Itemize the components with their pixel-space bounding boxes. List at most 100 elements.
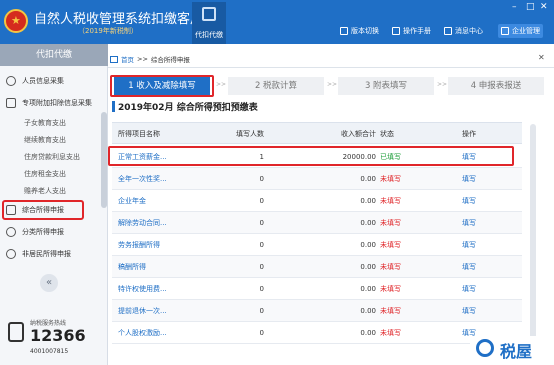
sidebar-sub-continuing-education[interactable]: 继续教育支出 xyxy=(24,133,104,148)
col-header-op: 操作 xyxy=(462,130,476,138)
person-icon xyxy=(6,249,16,259)
step-attachment-fill[interactable]: 3 附表填写 xyxy=(338,77,434,95)
manual-link[interactable]: 操作手册 xyxy=(392,25,431,37)
cell-income-name[interactable]: 全年一次性奖... xyxy=(118,168,182,190)
cell-income-name[interactable]: 解除劳动合同... xyxy=(118,212,182,234)
app-title: 自然人税收管理系统扣缴客户端 xyxy=(34,12,217,27)
sidebar-sub-mortgage-interest[interactable]: 住房贷款利息支出 xyxy=(24,150,104,165)
breadcrumb-home[interactable]: 首页 xyxy=(121,54,134,64)
cell-fill-link[interactable]: 填写 xyxy=(462,256,502,278)
collapse-sidebar-button[interactable]: « xyxy=(40,274,58,292)
cell-status: 未填写 xyxy=(380,285,401,293)
breadcrumb: 首页 >> 综合所得申报 xyxy=(110,52,554,66)
cell-status: 未填写 xyxy=(380,329,401,337)
cell-amount: 0.00 xyxy=(360,219,376,227)
step-separator: >> xyxy=(437,81,448,88)
sidebar: 代扣代缴 人员信息采集 专项附加扣除信息采集 子女教育支出 继续教育支出 住房贷… xyxy=(0,44,108,365)
cell-fill-link[interactable]: 填写 xyxy=(462,278,502,300)
sidebar-item-nonresident-income[interactable]: 非居民所得申报 xyxy=(0,245,102,263)
list-icon xyxy=(6,98,16,108)
service-hotline: 纳税服务热线 12366 4001007815 xyxy=(8,318,106,364)
table-scrollbar[interactable] xyxy=(530,124,536,354)
hotline-tel: 4001007815 xyxy=(30,348,69,355)
cell-count: 0 xyxy=(259,219,264,227)
sidebar-item-personnel[interactable]: 人员信息采集 xyxy=(0,72,102,90)
cell-fill-link[interactable]: 填写 xyxy=(462,300,502,322)
col-header-amount: 收入额合计 xyxy=(341,130,376,138)
step-separator: >> xyxy=(216,81,227,88)
table-row: 提前退休一次... 0 0.00 未填写 填写 xyxy=(112,300,522,322)
cell-income-name[interactable]: 劳务报酬所得 xyxy=(118,234,182,256)
message-center-link[interactable]: 消息中心 xyxy=(444,25,483,37)
close-tab-button[interactable]: ✕ xyxy=(538,53,545,62)
sidebar-sub-elderly-support[interactable]: 赡养老人支出 xyxy=(24,184,104,199)
cell-fill-link[interactable]: 填写 xyxy=(462,234,502,256)
app-window: ★ 自然人税收管理系统扣缴客户端 （2019年新税制） 代扣代缴 版本切换 操作… xyxy=(0,0,554,365)
breadcrumb-current: 综合所得申报 xyxy=(150,56,190,64)
enterprise-icon xyxy=(501,27,509,35)
cell-income-name[interactable]: 企业年金 xyxy=(118,190,182,212)
sidebar-item-label: 专项附加扣除信息采集 xyxy=(22,99,92,107)
sidebar-scrollbar[interactable] xyxy=(101,112,107,208)
sidebar-title: 代扣代缴 xyxy=(0,44,108,66)
table-row: 劳务报酬所得 0 0.00 未填写 填写 xyxy=(112,234,522,256)
withholding-tool-label: 代扣代缴 xyxy=(195,31,223,39)
table-row: 稿酬所得 0 0.00 未填写 填写 xyxy=(112,256,522,278)
col-header-name: 所得项目名称 xyxy=(118,130,160,138)
section-title: 2019年02月 综合所得预扣预缴表 xyxy=(118,103,258,113)
minimize-button[interactable]: – xyxy=(512,2,517,12)
withholding-tool-button[interactable]: 代扣代缴 xyxy=(192,2,226,44)
enterprise-management-label: 企业管理 xyxy=(512,27,540,35)
table-row: 个人股权激励... 0 0.00 未填写 填写 xyxy=(112,322,522,344)
app-version: （2019年新税制） xyxy=(78,27,138,35)
sidebar-item-special-deduction[interactable]: 专项附加扣除信息采集 xyxy=(0,94,102,112)
sidebar-sub-housing-rent[interactable]: 住房租金支出 xyxy=(24,167,104,182)
table-row: 全年一次性奖... 0 0.00 未填写 填写 xyxy=(112,168,522,190)
step-tax-calculation[interactable]: 2 税款计算 xyxy=(228,77,324,95)
step-report-submission[interactable]: 4 申报表报送 xyxy=(448,77,544,95)
cell-fill-link[interactable]: 填写 xyxy=(462,212,502,234)
app-header: ★ 自然人税收管理系统扣缴客户端 （2019年新税制） 代扣代缴 版本切换 操作… xyxy=(0,0,554,44)
close-button[interactable]: ✕ xyxy=(540,2,548,12)
hotline-number: 12366 xyxy=(30,326,86,345)
cell-count: 0 xyxy=(259,197,264,205)
cell-income-name[interactable]: 特许权使用费... xyxy=(118,278,182,300)
cell-count: 0 xyxy=(259,175,264,183)
cell-status: 未填写 xyxy=(380,219,401,227)
cell-amount: 0.00 xyxy=(360,285,376,293)
document-icon xyxy=(202,7,216,21)
cell-income-name[interactable]: 稿酬所得 xyxy=(118,256,182,278)
cell-amount: 0.00 xyxy=(360,263,376,271)
cell-amount: 0.00 xyxy=(360,241,376,249)
step-separator: >> xyxy=(327,81,338,88)
cell-status: 未填写 xyxy=(380,175,401,183)
breadcrumb-separator: >> xyxy=(137,55,148,63)
cell-amount: 0.00 xyxy=(360,197,376,205)
sidebar-sub-child-education[interactable]: 子女教育支出 xyxy=(24,116,104,131)
enterprise-management-link[interactable]: 企业管理 xyxy=(498,24,543,38)
manual-icon xyxy=(392,27,400,35)
sidebar-item-classified-income[interactable]: 分类所得申报 xyxy=(0,223,102,241)
cell-income-name[interactable]: 个人股权激励... xyxy=(118,322,182,344)
col-header-status: 状态 xyxy=(380,130,394,138)
tax-emblem-icon: ★ xyxy=(4,9,28,33)
version-switch-label: 版本切换 xyxy=(351,27,379,35)
col-header-count: 填写人数 xyxy=(236,130,264,138)
maximize-button[interactable]: □ xyxy=(526,2,535,12)
cell-fill-link[interactable]: 填写 xyxy=(462,190,502,212)
cell-count: 0 xyxy=(259,307,264,315)
person-icon xyxy=(6,76,16,86)
version-icon xyxy=(340,27,348,35)
table-row: 解除劳动合同... 0 0.00 未填写 填写 xyxy=(112,212,522,234)
table-row: 企业年金 0 0.00 未填写 填写 xyxy=(112,190,522,212)
cell-fill-link[interactable]: 填写 xyxy=(462,168,502,190)
message-icon xyxy=(444,27,452,35)
version-switch-link[interactable]: 版本切换 xyxy=(340,25,379,37)
sidebar-item-label: 人员信息采集 xyxy=(22,77,64,85)
cell-income-name[interactable]: 提前退休一次... xyxy=(118,300,182,322)
cell-count: 0 xyxy=(259,263,264,271)
cell-count: 0 xyxy=(259,329,264,337)
sidebar-item-label: 分类所得申报 xyxy=(22,228,64,236)
sidebar-highlight-box xyxy=(2,200,84,220)
table-row: 特许权使用费... 0 0.00 未填写 填写 xyxy=(112,278,522,300)
